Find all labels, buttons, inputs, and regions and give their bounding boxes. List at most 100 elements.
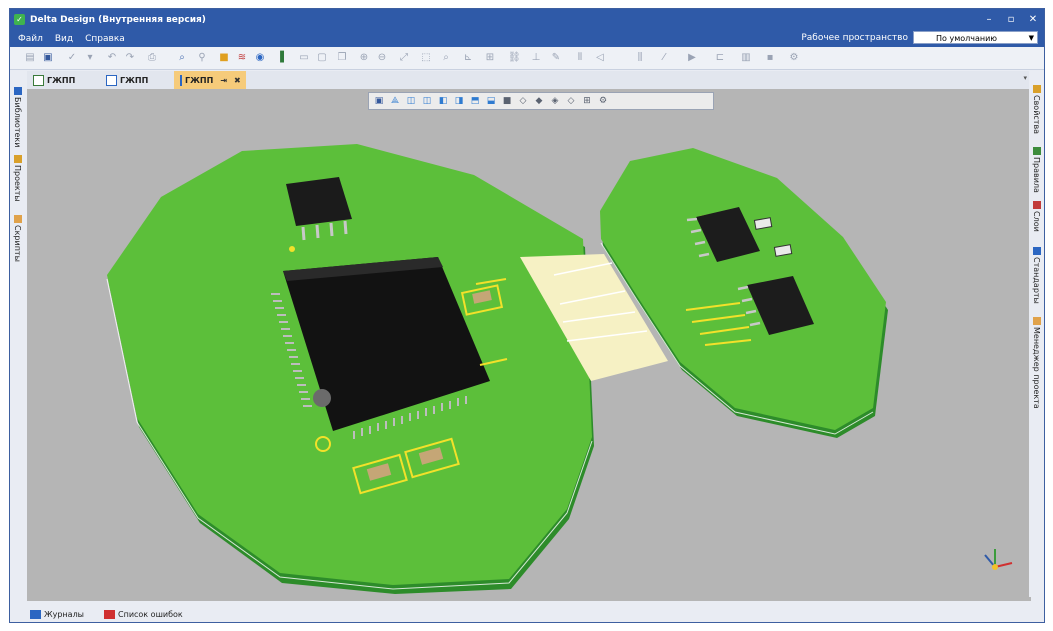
map-icon[interactable]: ⊞ bbox=[581, 95, 593, 107]
chart-icon[interactable]: ⫼ bbox=[634, 52, 646, 64]
panel-tab-properties[interactable]: Свойства bbox=[1032, 85, 1041, 134]
solid-cube-icon[interactable]: ■ bbox=[501, 95, 513, 107]
copy-icon[interactable]: ❐ bbox=[336, 52, 348, 64]
grid-icon[interactable]: ⊞ bbox=[484, 52, 496, 64]
folder-icon bbox=[13, 155, 22, 163]
frame-icon[interactable]: ▢ bbox=[316, 52, 328, 64]
top-view-icon[interactable]: ⬒ bbox=[469, 95, 481, 107]
triangle-icon[interactable]: ◁ bbox=[594, 52, 606, 64]
print-icon[interactable]: ⎙ bbox=[146, 52, 158, 64]
document-icon[interactable]: ▐ bbox=[274, 52, 286, 64]
menu-view[interactable]: Вид bbox=[55, 34, 73, 44]
panel-tab-project-manager[interactable]: Менеджер проекта bbox=[1032, 317, 1041, 409]
tab-error-list[interactable]: Список ошибок bbox=[104, 610, 183, 619]
menu-file[interactable]: Файл bbox=[18, 34, 43, 44]
panel-tab-label: Свойства bbox=[1032, 95, 1041, 135]
zoom-icon[interactable]: ⌕ bbox=[440, 52, 452, 64]
zoom-in-icon[interactable]: ⊕ bbox=[358, 52, 370, 64]
settings-icon[interactable]: ⚙ bbox=[597, 95, 609, 107]
stamp-icon[interactable]: ⊥ bbox=[530, 52, 542, 64]
library-icon bbox=[13, 87, 22, 95]
document-tabs: ГЖПП ГЖПП ГЖПП ⇥ ✖ ▾ bbox=[27, 71, 1031, 89]
panel-tab-rules[interactable]: Правила bbox=[1032, 147, 1041, 193]
panel-tab-standards[interactable]: Стандарты bbox=[1032, 247, 1041, 304]
refresh-icon[interactable]: ◉ bbox=[254, 52, 266, 64]
chip-icon[interactable]: ▪ bbox=[764, 52, 776, 64]
main-toolbar: ▤ ▣ ✓ ▾ ↶ ↷ ⎙ ⌕ ⚲ ■ ≋ ◉ ▐ ▭ ▢ ❐ ⊕ ⊖ ⤢ ⬚ … bbox=[10, 47, 1044, 70]
rules-icon bbox=[1032, 147, 1041, 155]
binoculars-icon[interactable]: ⌕ bbox=[176, 52, 188, 64]
3d-view-icon bbox=[180, 74, 182, 86]
new-file-icon[interactable]: ▤ bbox=[24, 52, 36, 64]
transparent-cube-icon[interactable]: ◈ bbox=[549, 95, 561, 107]
tab-label: Список ошибок bbox=[118, 610, 183, 619]
align-icon[interactable]: ⫴ bbox=[574, 52, 586, 64]
layers-icon[interactable]: ≋ bbox=[236, 52, 248, 64]
schematic-icon bbox=[33, 74, 44, 86]
play-icon[interactable]: ▶ bbox=[686, 52, 698, 64]
doc-tab-2[interactable]: ГЖПП bbox=[100, 71, 173, 89]
zoom-area-icon[interactable]: ⬚ bbox=[420, 52, 432, 64]
zoom-out-icon[interactable]: ⊖ bbox=[376, 52, 388, 64]
minimize-button[interactable]: – bbox=[978, 9, 1000, 30]
back-view-icon[interactable]: ◫ bbox=[421, 95, 433, 107]
tab-label: Журналы bbox=[44, 610, 84, 619]
restore-button[interactable]: ▫ bbox=[1000, 9, 1022, 30]
stack-icon[interactable]: ▥ bbox=[740, 52, 752, 64]
panel-tab-label: Стандарты bbox=[1032, 257, 1041, 304]
save-icon[interactable]: ▣ bbox=[42, 52, 54, 64]
hidden-cube-icon[interactable]: ◇ bbox=[565, 95, 577, 107]
workspace-dropdown[interactable]: По умолчанию ▼ bbox=[913, 31, 1038, 44]
panel-tab-libraries[interactable]: Библиотеки bbox=[13, 87, 22, 147]
pencil-icon[interactable]: ✎ bbox=[550, 52, 562, 64]
window-title: Delta Design (Внутренняя версия) bbox=[30, 14, 206, 25]
lock-icon[interactable]: ■ bbox=[218, 52, 230, 64]
doc-tab-label: ГЖПП bbox=[120, 75, 149, 85]
menu-help[interactable]: Справка bbox=[85, 34, 125, 44]
isometric-view-icon[interactable]: ⟁ bbox=[389, 95, 401, 107]
workspace-label: Рабочее пространство bbox=[801, 32, 908, 43]
link-icon[interactable]: ⛓ bbox=[508, 52, 521, 64]
panel-tab-label: Скрипты bbox=[13, 225, 22, 262]
save-view-icon[interactable]: ▣ bbox=[373, 95, 385, 107]
wireframe-cube-icon[interactable]: ◇ bbox=[517, 95, 529, 107]
left-view-icon[interactable]: ◧ bbox=[437, 95, 449, 107]
check-icon[interactable]: ✓ bbox=[66, 52, 78, 64]
log-icon bbox=[30, 610, 41, 619]
frame-icon[interactable]: ▭ bbox=[298, 52, 310, 64]
measure-icon[interactable]: ⊾ bbox=[462, 52, 474, 64]
shaded-cube-icon[interactable]: ◆ bbox=[533, 95, 545, 107]
bracket-icon[interactable]: ⊏ bbox=[714, 52, 726, 64]
panel-tab-label: Правила bbox=[1032, 157, 1041, 193]
bottom-view-icon[interactable]: ⬓ bbox=[485, 95, 497, 107]
tab-logs[interactable]: Журналы bbox=[30, 610, 84, 619]
line-icon[interactable]: ⁄ bbox=[658, 52, 670, 64]
panel-tab-scripts[interactable]: Скрипты bbox=[13, 215, 22, 262]
chevron-down-icon[interactable]: ▾ bbox=[84, 52, 96, 64]
search-icon[interactable]: ⚲ bbox=[196, 52, 208, 64]
undo-icon[interactable]: ↶ bbox=[106, 52, 118, 64]
right-view-icon[interactable]: ◨ bbox=[453, 95, 465, 107]
title-bar: ✓ Delta Design (Внутренняя версия) – ▫ ✕ bbox=[10, 9, 1044, 30]
panel-tab-layers[interactable]: Слои bbox=[1032, 201, 1041, 232]
window-controls: – ▫ ✕ bbox=[978, 9, 1044, 30]
app-logo-icon: ✓ bbox=[14, 14, 25, 25]
axis-gizmo bbox=[984, 549, 1013, 570]
settings-icon[interactable]: ⚙ bbox=[788, 52, 800, 64]
3d-viewport[interactable]: ▣ ⟁ ◫ ◫ ◧ ◨ ⬒ ⬓ ■ ◇ ◆ ◈ ◇ ⊞ ⚙ bbox=[27, 89, 1031, 601]
redo-icon[interactable]: ↷ bbox=[124, 52, 136, 64]
bottom-panel-tabs: Журналы Список ошибок bbox=[10, 605, 1044, 622]
doc-tab-3[interactable]: ГЖПП ⇥ ✖ bbox=[174, 71, 246, 89]
fit-icon[interactable]: ⤢ bbox=[398, 52, 410, 64]
tab-list-icon[interactable]: ▾ bbox=[1023, 74, 1027, 82]
close-button[interactable]: ✕ bbox=[1022, 9, 1044, 30]
workspace-selector: Рабочее пространство По умолчанию ▼ bbox=[801, 31, 1038, 44]
doc-tab-1[interactable]: ГЖПП bbox=[27, 71, 100, 89]
panel-tab-projects[interactable]: Проекты bbox=[13, 155, 22, 202]
pin-icon[interactable]: ⇥ bbox=[220, 76, 227, 85]
left-side-panel: Библиотеки Проекты Скрипты bbox=[10, 71, 27, 597]
panel-tab-label: Слои bbox=[1032, 211, 1041, 232]
error-icon bbox=[104, 610, 115, 619]
close-tab-icon[interactable]: ✖ bbox=[234, 76, 241, 85]
front-view-icon[interactable]: ◫ bbox=[405, 95, 417, 107]
